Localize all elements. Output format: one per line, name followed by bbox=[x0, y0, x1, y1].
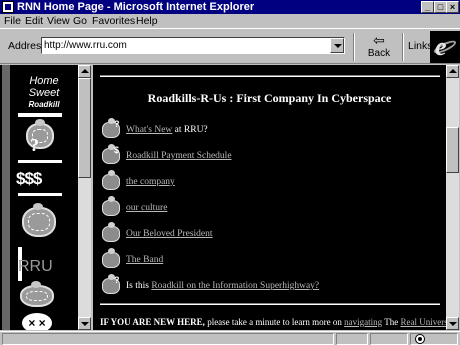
main-content-frame: Roadkills-R-Us : First Company In Cybers… bbox=[93, 65, 446, 330]
page-title: Roadkills-R-Us : First Company In Cybers… bbox=[147, 91, 392, 105]
turtle-culture-icon[interactable] bbox=[22, 203, 56, 237]
back-label: Back bbox=[367, 48, 391, 59]
menu-view[interactable]: View bbox=[47, 15, 70, 27]
new-visitor-notice: IF YOU ARE NEW HERE, please take a minut… bbox=[100, 316, 446, 328]
rru-logo-icon[interactable]: RRU bbox=[18, 258, 53, 276]
back-arrow-icon: ⇦ bbox=[373, 32, 385, 48]
menu-go[interactable]: Go bbox=[73, 15, 87, 27]
status-bar bbox=[0, 331, 460, 345]
nav-item-culture: our culture bbox=[100, 196, 440, 222]
turtle-money-icon[interactable]: $ bbox=[100, 144, 124, 168]
address-bar[interactable] bbox=[41, 37, 345, 54]
navigating-link[interactable]: navigating bbox=[344, 317, 382, 327]
address-dropdown-button[interactable] bbox=[330, 38, 344, 53]
turtle-highway-icon[interactable]: ? bbox=[100, 274, 124, 298]
window-title: RNN Home Page - Microsoft Internet Explo… bbox=[17, 1, 255, 13]
status-text-pane bbox=[2, 333, 334, 345]
nav-item-company: the company bbox=[100, 170, 440, 196]
divider bbox=[18, 193, 62, 196]
main-frame-scrollbar[interactable] bbox=[446, 65, 459, 330]
divider bbox=[18, 113, 62, 117]
menu-help[interactable]: Help bbox=[136, 15, 158, 27]
turtle-company-icon[interactable] bbox=[100, 170, 124, 194]
nav-item-whats-new: ? What's New at RRU? bbox=[100, 118, 440, 144]
menu-edit[interactable]: Edit bbox=[25, 15, 43, 27]
turtle-culture-icon[interactable] bbox=[100, 196, 124, 220]
toolbar-separator bbox=[353, 33, 355, 61]
horizontal-rule bbox=[100, 75, 440, 77]
home-line-1: Home bbox=[29, 75, 59, 87]
culture-link[interactable]: our culture bbox=[126, 203, 167, 213]
menu-bar: File Edit View Go Favorites Help bbox=[0, 14, 460, 28]
scroll-down-button[interactable] bbox=[78, 317, 91, 330]
toolbar: Address ⇦ Back Links e bbox=[0, 28, 460, 64]
app-icon[interactable] bbox=[2, 1, 14, 13]
status-pane bbox=[370, 333, 408, 345]
zone-globe-icon bbox=[415, 334, 425, 344]
real-universe-link[interactable]: Real Universe bbox=[400, 317, 446, 327]
question-mark-icon[interactable]: ? bbox=[30, 135, 39, 156]
dollar-icon[interactable]: $$$ bbox=[16, 169, 42, 189]
home-line-2: Sweet bbox=[28, 87, 60, 99]
toolbar-separator bbox=[402, 33, 404, 61]
menu-file[interactable]: File bbox=[4, 15, 21, 27]
address-input[interactable] bbox=[44, 39, 329, 52]
turtle-band-icon[interactable] bbox=[100, 248, 124, 272]
left-navigation-frame: Home Sweet Roadkill ? $$$ RRU × × bbox=[0, 65, 78, 330]
superhighway-link[interactable]: Roadkill on the Information Superhighway… bbox=[151, 281, 319, 291]
company-link[interactable]: the company bbox=[126, 177, 175, 187]
turtle-president-icon[interactable] bbox=[100, 222, 124, 246]
scroll-down-button[interactable] bbox=[446, 317, 459, 330]
decorative-border bbox=[2, 65, 10, 330]
ie-logo-icon: e bbox=[430, 31, 460, 63]
left-frame-scrollbar[interactable] bbox=[78, 65, 91, 330]
status-pane bbox=[336, 333, 368, 345]
links-button[interactable]: Links bbox=[408, 40, 433, 52]
divider bbox=[18, 160, 62, 163]
nav-item-band: The Band bbox=[100, 248, 440, 274]
payment-schedule-link[interactable]: Roadkill Payment Schedule bbox=[126, 151, 232, 161]
scroll-up-button[interactable] bbox=[446, 65, 459, 78]
minimize-button[interactable]: _ bbox=[421, 1, 434, 13]
whats-new-link[interactable]: What's New bbox=[126, 125, 172, 135]
back-button[interactable]: ⇦ Back bbox=[360, 31, 398, 63]
scroll-thumb[interactable] bbox=[446, 127, 459, 173]
title-bar: RNN Home Page - Microsoft Internet Explo… bbox=[0, 0, 460, 14]
scroll-thumb[interactable] bbox=[78, 78, 91, 178]
dead-face-icon[interactable]: × × bbox=[22, 313, 52, 330]
menu-favorites[interactable]: Favorites bbox=[92, 15, 135, 27]
scroll-up-button[interactable] bbox=[78, 65, 91, 78]
nav-item-payment-schedule: $ Roadkill Payment Schedule bbox=[100, 144, 440, 170]
horizontal-rule bbox=[100, 303, 440, 305]
nav-item-president: Our Beloved President bbox=[100, 222, 440, 248]
home-sweet-roadkill-logo[interactable]: Home Sweet Roadkill bbox=[18, 75, 70, 111]
home-line-3: Roadkill bbox=[28, 100, 60, 109]
close-button[interactable]: × bbox=[446, 1, 459, 13]
turtle-band-icon[interactable] bbox=[20, 281, 54, 307]
president-link[interactable]: Our Beloved President bbox=[126, 229, 213, 239]
notice-bold: IF YOU ARE NEW HERE, bbox=[100, 317, 205, 327]
ie-logo-letter: e bbox=[435, 32, 447, 61]
nav-item-superhighway: ? Is this Roadkill on the Information Su… bbox=[100, 274, 440, 300]
turtle-question-icon[interactable]: ? bbox=[100, 118, 124, 142]
band-link[interactable]: The Band bbox=[126, 255, 163, 265]
